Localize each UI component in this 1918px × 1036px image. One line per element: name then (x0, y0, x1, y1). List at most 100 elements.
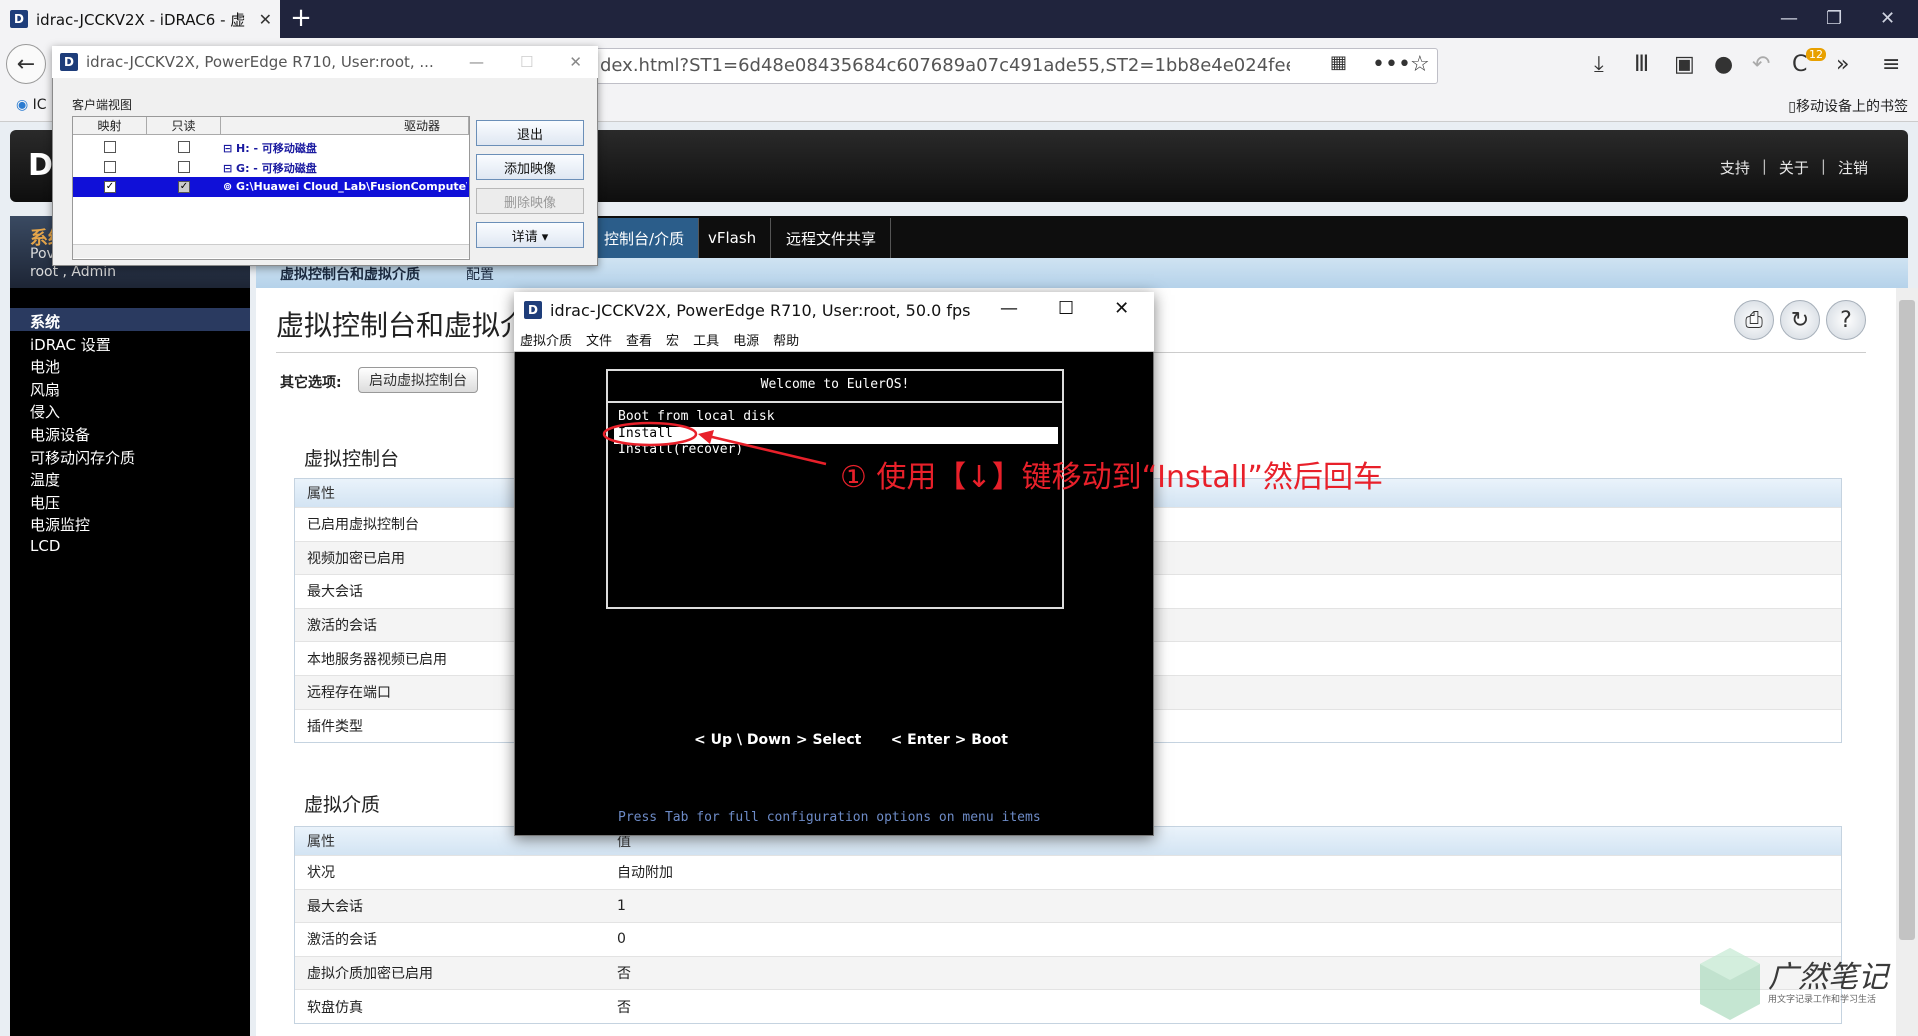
nav-tree: 系统 iDRAC 设置 电池 风扇 侵入 电源设备 可移动闪存介质 温度 电压 … (10, 308, 250, 557)
drive-row-selected[interactable]: ✓ ✓ ⊚ G:\Huawei Cloud_Lab\FusionCompute\… (73, 177, 469, 197)
tab-vflash[interactable]: vFlash (694, 218, 772, 258)
annotation-line (707, 434, 827, 466)
menu-power[interactable]: 电源 (733, 330, 759, 349)
help-icon[interactable]: ? (1826, 300, 1866, 340)
library-icon[interactable]: Ⅲ (1634, 52, 1649, 77)
extension-icon[interactable]: ● (1714, 52, 1733, 77)
reader-view-icon[interactable]: ▣ (1674, 52, 1695, 77)
watermark-subtext: 用文字记录工作和学习生活 (1768, 995, 1877, 1005)
column-readonly[interactable]: 只读 (147, 117, 221, 135)
tree-item-power-supplies[interactable]: 电源设备 (10, 421, 250, 444)
drive-row[interactable]: ⊟ G: - 可移动磁盘 (73, 157, 469, 177)
media-properties-table: 属性值 状况 自动附加 最大会话 1 激活的会话 0 虚拟介质加密已启用否 软盘仿真否 (294, 826, 1842, 1024)
close-window-icon[interactable]: ✕ (1880, 8, 1895, 29)
launch-console-button[interactable]: 启动虚拟控制台 (358, 367, 478, 393)
idrac-icon: D (524, 301, 542, 319)
refresh-icon[interactable]: ↻ (1780, 300, 1820, 340)
bookmark-star-icon[interactable]: ☆ (1410, 52, 1430, 77)
annotation-arrow (602, 421, 827, 466)
column-drive[interactable]: 驱动器 (221, 117, 469, 135)
drive-icon: ⊟ (223, 142, 237, 155)
map-checkbox-checked[interactable]: ✓ (104, 181, 116, 193)
tree-item-idrac-settings[interactable]: iDRAC 设置 (10, 331, 250, 354)
overflow-chevron-icon[interactable]: » (1836, 52, 1849, 77)
drive-row[interactable]: ⊟ H: - 可移动磁盘 (73, 137, 469, 157)
vm-dialog-titlebar[interactable]: D idrac-JCCKV2X, PowerEdge R710, User:ro… (52, 46, 598, 78)
boot-tab-hint: Press Tab for full configuration options… (618, 810, 1041, 825)
image-file-icon: ⊚ (223, 180, 237, 193)
hamburger-menu-icon[interactable]: ≡ (1882, 52, 1900, 77)
logout-link[interactable]: 注销 (1838, 157, 1868, 178)
new-tab-button[interactable]: + (286, 4, 316, 34)
table-row: 最大会话 1 (295, 888, 1841, 923)
header-links: 支持 | 关于 | 注销 (1719, 157, 1868, 178)
remove-image-button[interactable]: 删除映像 (476, 188, 584, 214)
annotation-text: ① 使用【↓】键移动到“Install”然后回车 (840, 460, 1383, 495)
tab-remote-file-share[interactable]: 远程文件共享 (772, 218, 892, 258)
vm-table-hscroll[interactable] (73, 244, 469, 258)
menu-virtual-media[interactable]: 虚拟介质 (520, 330, 572, 349)
undo-icon[interactable]: ↶ (1752, 52, 1770, 77)
vc-menubar: 虚拟介质 文件 查看 宏 工具 电源 帮助 (514, 328, 1154, 352)
menu-file[interactable]: 文件 (586, 330, 612, 349)
table-row: 虚拟介质加密已启用否 (295, 955, 1841, 990)
tree-item-voltage[interactable]: 电压 (10, 489, 250, 512)
bookmark-item[interactable]: ◉ IC (16, 97, 47, 113)
mobile-bookmarks[interactable]: ▯移动设备上的书签 (1788, 96, 1908, 116)
details-button[interactable]: 详请 ▾ (476, 222, 584, 248)
client-view-label: 客户端视图 (72, 98, 133, 112)
table-row: 激活的会话 0 (295, 922, 1841, 956)
add-image-button[interactable]: 添加映像 (476, 154, 584, 180)
menu-help[interactable]: 帮助 (773, 330, 799, 349)
print-icon[interactable]: ⎙ (1734, 300, 1774, 340)
map-checkbox[interactable] (104, 161, 116, 173)
browser-tab-title: idrac-JCCKV2X - iDRAC6 - 虚 (36, 10, 246, 29)
menu-tools[interactable]: 工具 (693, 330, 719, 349)
menu-view[interactable]: 查看 (626, 330, 652, 349)
tree-item-lcd[interactable]: LCD (10, 534, 250, 557)
tree-item-fans[interactable]: 风扇 (10, 376, 250, 399)
about-link[interactable]: 关于 (1779, 157, 1809, 178)
close-icon[interactable]: ✕ (259, 10, 272, 29)
support-link[interactable]: 支持 (1720, 157, 1750, 178)
drive-icon: ⊟ (223, 162, 237, 175)
minimize-icon[interactable]: — (1780, 8, 1798, 29)
subtab-console-media[interactable]: 虚拟控制台和虚拟介质 (280, 264, 420, 284)
tree-item-battery[interactable]: 电池 (10, 353, 250, 376)
maximize-icon[interactable]: ☐ (1058, 298, 1074, 319)
console-section-title: 虚拟控制台 (304, 448, 400, 470)
back-button[interactable]: ← (6, 44, 46, 84)
minimize-icon[interactable]: — (1000, 298, 1018, 319)
tree-item-removable-flash[interactable]: 可移动闪存介质 (10, 444, 250, 467)
tree-item-power-monitor[interactable]: 电源监控 (10, 511, 250, 534)
more-icon[interactable]: ••• (1372, 52, 1411, 77)
tree-item-system[interactable]: 系统 (10, 308, 250, 331)
tree-item-intrusion[interactable]: 侵入 (10, 398, 250, 421)
tree-item-temperature[interactable]: 温度 (10, 466, 250, 489)
readonly-checkbox-checked[interactable]: ✓ (178, 181, 190, 193)
close-icon[interactable]: ✕ (1114, 298, 1129, 319)
idrac-icon: D (60, 53, 78, 71)
maximize-icon[interactable]: ☐ (520, 53, 533, 71)
menu-macro[interactable]: 宏 (666, 330, 679, 349)
qr-code-icon[interactable]: ▦ (1330, 52, 1347, 73)
arrow-left-icon: ← (16, 51, 36, 77)
url-text[interactable]: dex.html?ST1=6d48e08435684c607689a07c491… (600, 55, 1290, 76)
tab-console-media[interactable]: 控制台/介质 (590, 218, 700, 258)
map-checkbox[interactable] (104, 141, 116, 153)
browser-tab[interactable]: D idrac-JCCKV2X - iDRAC6 - 虚 ✕ (0, 0, 280, 38)
minimize-icon[interactable]: — (469, 53, 484, 71)
column-mapped[interactable]: 映射 (73, 117, 147, 135)
subtab-config[interactable]: 配置 (466, 264, 494, 284)
dell-logo: D (28, 148, 53, 183)
exit-button[interactable]: 退出 (476, 120, 584, 146)
download-icon[interactable]: ⤓ (1594, 52, 1604, 77)
restore-icon[interactable]: ❐ (1826, 8, 1842, 29)
system-user: root , Admin (30, 264, 117, 280)
vc-title: idrac-JCCKV2X, PowerEdge R710, User:root… (550, 300, 971, 320)
readonly-checkbox[interactable] (178, 141, 190, 153)
readonly-checkbox[interactable] (178, 161, 190, 173)
close-icon[interactable]: ✕ (569, 53, 582, 71)
page-title: 虚拟控制台和虚拟介 (276, 309, 529, 342)
page-scrollbar-thumb[interactable] (1899, 300, 1915, 940)
